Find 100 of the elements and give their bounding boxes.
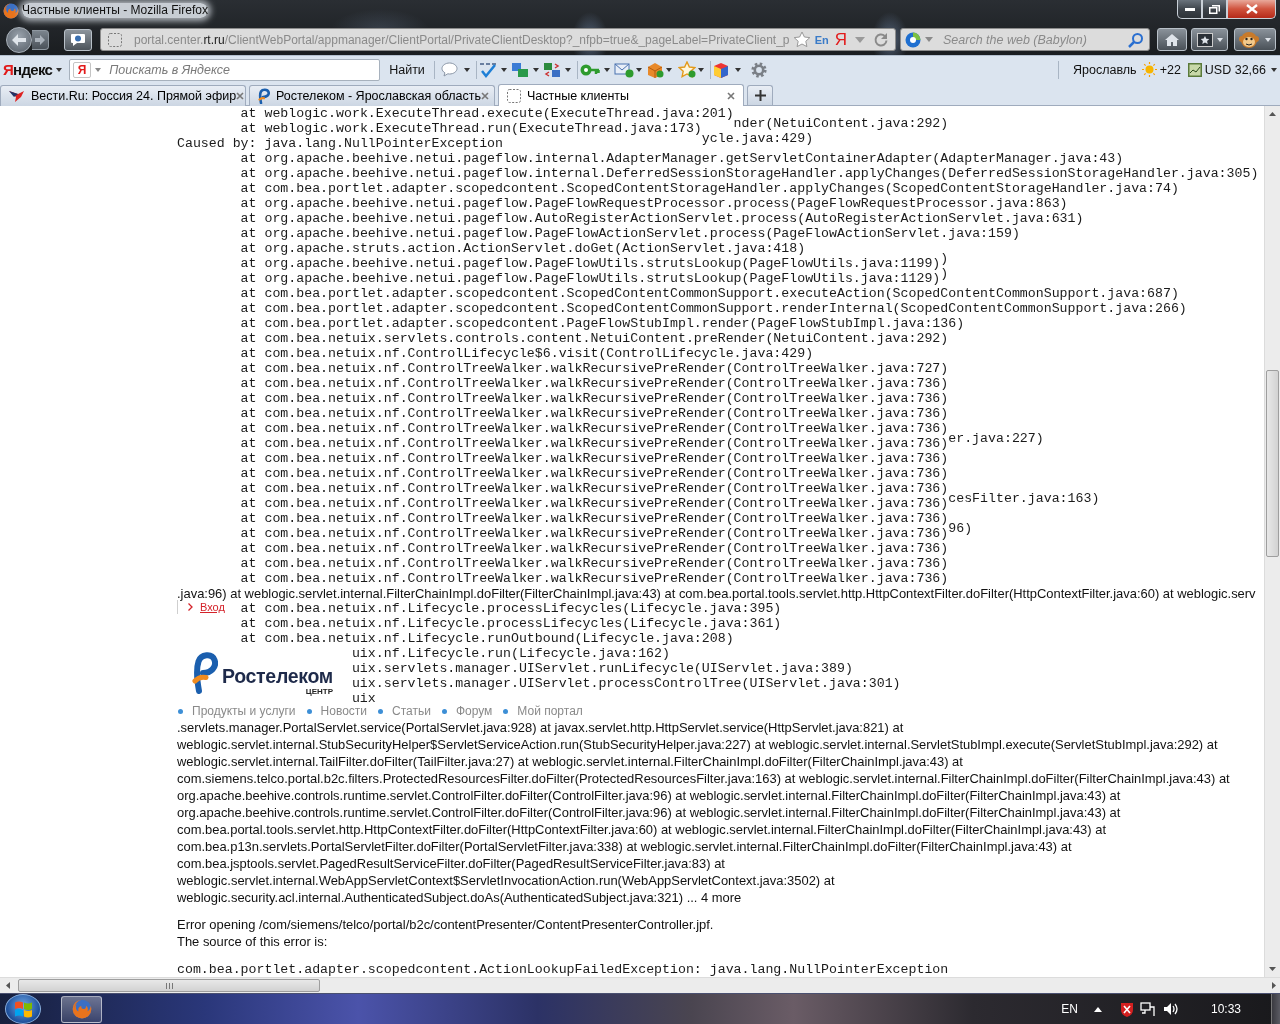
- city-name[interactable]: Ярославль: [1073, 62, 1137, 77]
- back-button[interactable]: [6, 26, 32, 53]
- stack-trace-line: at com.bea.netuix.nf.Lifecycle.runOutbound(Lifecycle.java:208): [240, 631, 734, 646]
- nav-link[interactable]: Новости: [320, 705, 367, 717]
- clock[interactable]: 10:33: [1210, 1002, 1241, 1016]
- spell-check-icon[interactable]: [478, 61, 497, 78]
- dashed-square-icon[interactable]: [108, 32, 122, 47]
- cube-icon[interactable]: [712, 61, 729, 78]
- scroll-thumb[interactable]: [1266, 370, 1279, 557]
- stack-trace-line: at com.bea.netuix.nf.ControlLifecycle$6.visit(ControlLifecycle.java:429): [240, 346, 814, 361]
- stack-trace-fragment: 96): [948, 521, 973, 536]
- settings-icon[interactable]: [750, 61, 767, 78]
- stack-trace-line: at com.bea.portlet.adapter.scopedcontent.ScopedContentCommonSupport.renderInternal(ScopedContentCommonSupport.java:266): [240, 301, 1187, 316]
- nav-link[interactable]: Форум: [455, 705, 493, 717]
- close-button[interactable]: [1227, 0, 1276, 19]
- toolbar-logo[interactable]: Яндекс: [3, 61, 53, 78]
- arrow-right-icon[interactable]: [1272, 982, 1276, 989]
- grip-icon: [165, 982, 173, 989]
- caret-icon[interactable]: [463, 67, 470, 72]
- search-button[interactable]: Найти: [386, 58, 428, 81]
- maximize-button[interactable]: [1202, 0, 1227, 19]
- stack-trace-line: at com.bea.netuix.nf.ControlTreeWalker.walkRecursivePreRender(ControlTreeWalker.java:736): [240, 526, 949, 541]
- caret-icon[interactable]: [734, 67, 741, 72]
- search-field[interactable]: Я Поискать в Яндексе: [69, 58, 381, 81]
- bookmarks-icon: [1196, 32, 1213, 47]
- nav-link[interactable]: Статьи: [392, 705, 431, 717]
- stack-trace-line: uix.nf.Lifecycle.run(Lifecycle.java:162): [351, 646, 670, 661]
- star-icon[interactable]: [677, 61, 696, 78]
- stack-trace-line: at org.apache.beehive.netui.pageflow.PageFlowActionServlet.process(PageFlowActionServlet.java:159): [240, 226, 1020, 241]
- nav-link[interactable]: Продукты и услуги: [192, 705, 296, 717]
- monkey-face-icon: [1239, 30, 1259, 49]
- home-button[interactable]: [1157, 28, 1187, 51]
- stack-trace-fragment: cesFilter.java:163): [948, 491, 1100, 506]
- language-indicator[interactable]: EN: [1061, 1002, 1078, 1016]
- bookmarks-button[interactable]: [1191, 28, 1228, 51]
- forward-button[interactable]: [32, 29, 49, 50]
- search-engine-button[interactable]: Я: [834, 30, 847, 49]
- minimize-icon: [1184, 7, 1195, 11]
- address-field[interactable]: portal.center.rt.ru/ClientWebPortal/appmanager/ClientPortal/PrivateClientDesktop?_nfpb=true&_pageLabel=PrivateClient_p En Я: [100, 28, 896, 51]
- stack-trace-line: at com.bea.netuix.nf.ControlTreeWalker.walkRecursivePreRender(ControlTreeWalker.java:736): [240, 541, 949, 556]
- vertical-scrollbar[interactable]: [1264, 106, 1280, 977]
- show-desktop-button[interactable]: [1271, 993, 1280, 1024]
- close-icon: [1245, 4, 1258, 14]
- shield-icon[interactable]: [1119, 1001, 1134, 1017]
- search-icon[interactable]: [1128, 31, 1144, 48]
- search-engine-icon[interactable]: [905, 31, 921, 48]
- caret-icon[interactable]: [532, 67, 539, 72]
- stack-trace-fragment: ): [940, 266, 949, 281]
- minimize-button[interactable]: [1177, 0, 1202, 19]
- arrow-left-icon[interactable]: [6, 982, 10, 989]
- arrow-up-icon[interactable]: [1269, 112, 1276, 116]
- swap-icon[interactable]: [542, 61, 561, 78]
- window-title: Частные клиенты - Mozilla Firefox: [22, 3, 208, 18]
- nav-link[interactable]: Мой портал: [517, 705, 583, 717]
- temperature[interactable]: +22: [1159, 62, 1181, 77]
- caret-icon[interactable]: [665, 67, 672, 72]
- stack-trace-line: at com.bea.netuix.nf.ControlTreeWalker.walkRecursivePreRender(ControlTreeWalker.java:736): [240, 481, 949, 496]
- caret-icon[interactable]: [1271, 67, 1277, 72]
- stack-trace-line: at org.apache.beehive.netui.pageflow.internal.DeferredSessionStorageHandler.applyChanges(DeferredSessionStorageHandler.java:305): [240, 166, 1259, 181]
- reload-icon[interactable]: [873, 31, 889, 48]
- login-link[interactable]: Вход: [200, 601, 225, 613]
- arrow-down-icon[interactable]: [1269, 967, 1276, 971]
- horizontal-scrollbar[interactable]: [0, 977, 1280, 993]
- chart-icon[interactable]: [1187, 62, 1202, 77]
- tab[interactable]: Вести.Ru: Россия 24. Прямой эфир: [0, 85, 246, 106]
- logo-icon: [192, 652, 218, 694]
- close-icon[interactable]: [236, 92, 245, 100]
- stack-trace-line: at com.bea.netuix.nf.ControlTreeWalker.walkRecursivePreRender(ControlTreeWalker.java:736): [240, 376, 949, 391]
- caret-icon[interactable]: [500, 67, 507, 72]
- caret-icon[interactable]: [697, 67, 704, 72]
- feedback-button[interactable]: [64, 28, 92, 51]
- caret-icon[interactable]: [56, 67, 63, 72]
- new-tab-button[interactable]: [747, 85, 773, 105]
- stack-trace-line: at org.apache.struts.action.ActionServlet.doGet(ActionServlet.java:418): [240, 241, 806, 256]
- tab[interactable]: Ростелеком - Ярославская область: [249, 85, 495, 106]
- tab[interactable]: Частные клиенты: [498, 84, 744, 106]
- stack-trace-line: uix: [351, 691, 376, 706]
- taskbar-button[interactable]: [61, 995, 102, 1023]
- close-icon[interactable]: [481, 92, 490, 100]
- triangle-up-icon[interactable]: [1093, 1006, 1102, 1012]
- stack-trace-paragraph: .servlets.manager.PortalServlet.service(PortalServlet.java:928) at javax.servlet.http.HttpServlet.service(HttpServlet.java:821) at weblogic.servlet.internal.StubSecurityHelper$ServletServiceAction.run(StubSecurityHelper.java:227) at weblogic.servlet.internal.ServletStubImpl.execute(ServletStubImpl.java:292) at weblogic.servlet.internal.TailFilter.doFilter(TailFilter.java:27) at weblogic.servlet.internal.FilterChainImpl.doFilter(FilterChainImpl.java:43) at com.siemens.telco.portal.b2c.filters.ProtectedResourcesFilter.doFilter(ProtectedResourcesFilter.java:163) at weblogic.servlet.internal.FilterChainImpl.doFilter(FilterChainImpl.java:43) at org.apache.beehive.controls.runtime.servlet.ControlFilter.doFilter(ControlFilter.java:96) at weblogic.servlet.internal.FilterChainImpl.doFilter(FilterChainImpl.java:43) at org.apache.beehive.controls.runtime.servlet.ControlFilter.doFilter(ControlFilter.java:96) at weblogic.servlet.internal.FilterChainImpl.doFilter(FilterChainImpl.java:43) at com.bea.portal.tools.servlet.http.HttpContextFilter.doFilter(HttpContextFilter.java:60) at weblogic.servlet.internal.FilterChainImpl.doFilter(FilterChainImpl.java:43) at com.bea.p13n.servlets.PortalServletFilter.doFilter(PortalServletFilter.java:338) at weblogic.servlet.internal.FilterChainImpl.doFilter(FilterChainImpl.java:43) at com.bea.jsptools.servlet.PagedResultServiceFilter.doFilter(PagedResultServiceFilter.java:83) at weblogic.servlet.internal.WebAppServletContext$ServletInvocationAction.run(WebAppServletContext.java:3502) at weblogic.security.acl.internal.AuthenticatedSubject.doAs(AuthenticatedSubject.java:321) ... 4 more: [177, 718, 1230, 906]
- network-icon[interactable]: [1139, 1001, 1155, 1017]
- persona-button[interactable]: [1234, 28, 1276, 51]
- currency-rate[interactable]: USD 32,66: [1204, 62, 1266, 77]
- stack-trace-line: at com.bea.netuix.nf.ControlTreeWalker.walkRecursivePreRender(ControlTreeWalker.java:736): [240, 406, 949, 421]
- caret-icon[interactable]: [603, 67, 610, 72]
- close-icon[interactable]: [727, 91, 735, 100]
- arrow-left-icon: [12, 33, 26, 46]
- stack-trace-line: at com.bea.netuix.nf.Lifecycle.processLifecycles(Lifecycle.java:361): [240, 616, 782, 631]
- search-engine-button[interactable]: Я: [73, 61, 92, 78]
- caret-icon[interactable]: [635, 67, 642, 72]
- scroll-thumb[interactable]: [18, 979, 320, 992]
- home-icon: [1164, 32, 1180, 47]
- bullet-icon: [178, 708, 183, 714]
- volume-icon[interactable]: [1162, 1002, 1178, 1016]
- start-button[interactable]: [5, 994, 41, 1024]
- star-icon[interactable]: [792, 31, 811, 48]
- chevron-icon: [188, 603, 193, 611]
- caret-icon[interactable]: [564, 67, 571, 72]
- stack-trace-line: at com.bea.portlet.adapter.scopedcontent.ScopedContentStorageHandler.applyChanges(ScopedContentStorageHandler.java:74): [240, 181, 1179, 196]
